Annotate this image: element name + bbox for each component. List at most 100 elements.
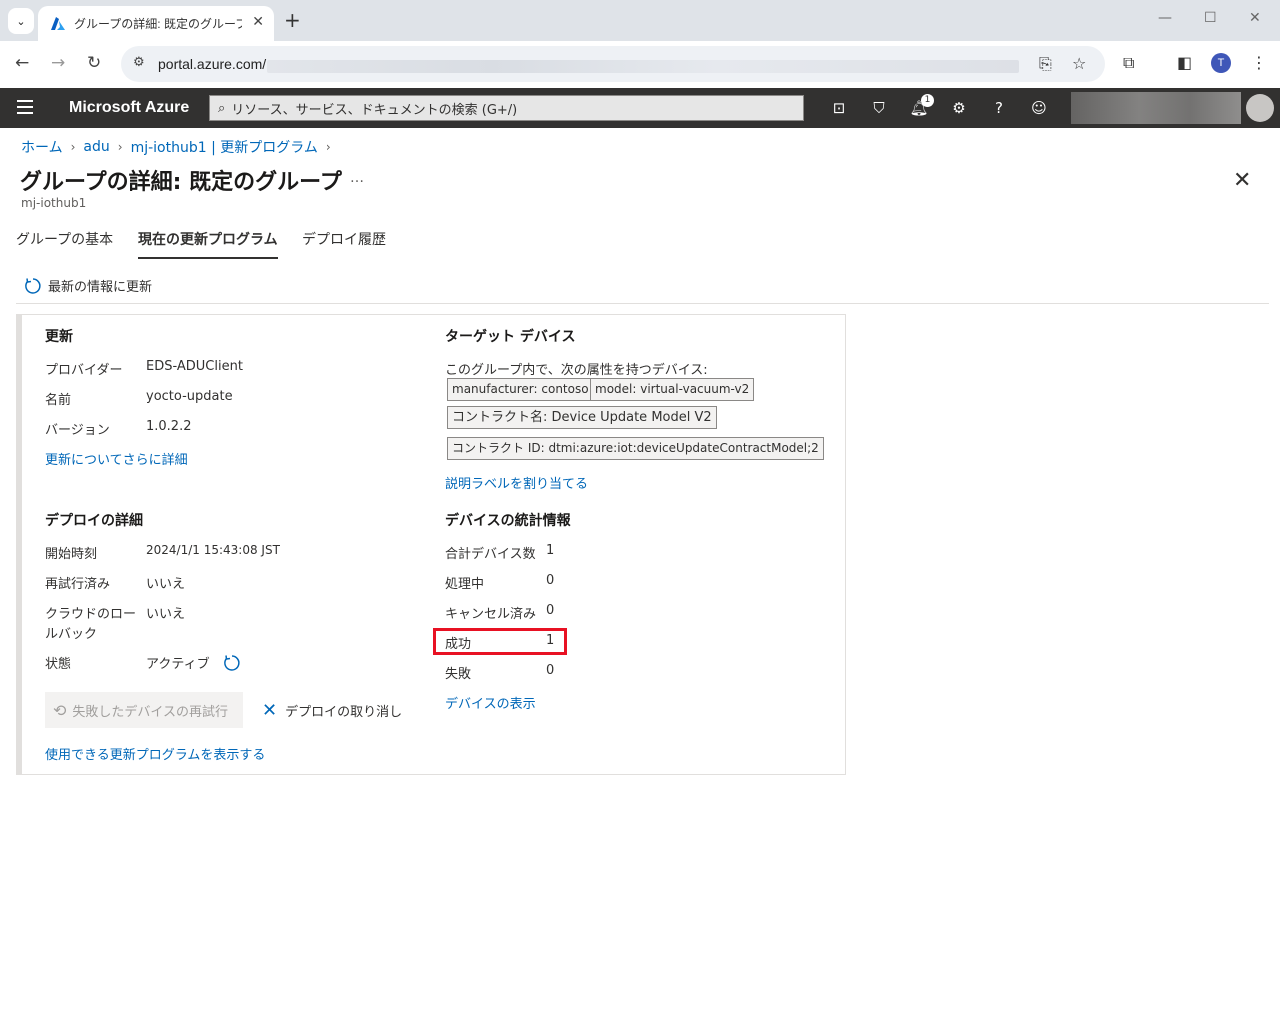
stats-section-title: デバイスの統計情報 bbox=[445, 513, 571, 529]
update-section-title: 更新 bbox=[45, 329, 73, 345]
attribute-chip: model: virtual-vacuum-v2 bbox=[590, 378, 755, 401]
notification-badge: 1 bbox=[921, 94, 934, 107]
browser-tab[interactable]: グループの詳細: 既定のグループ - M ✕ bbox=[38, 6, 274, 41]
refresh-icon bbox=[25, 277, 41, 294]
maximize-icon[interactable]: ☐ bbox=[1204, 10, 1217, 26]
target-section-title: ターゲット デバイス bbox=[445, 329, 576, 345]
more-options-icon[interactable]: … bbox=[350, 170, 364, 186]
bookmark-star-icon[interactable]: ☆ bbox=[1072, 54, 1086, 73]
directory-filter-icon[interactable]: ⛉ bbox=[869, 98, 889, 118]
in-progress-icon bbox=[224, 655, 240, 671]
tab-deploy-history[interactable]: デプロイ履歴 bbox=[302, 229, 386, 249]
side-panel-icon[interactable]: ◧ bbox=[1177, 53, 1192, 72]
retried-label: 再試行済み bbox=[45, 577, 111, 592]
tab-group-basics[interactable]: グループの基本 bbox=[16, 229, 113, 249]
provider-value: EDS-ADUClient bbox=[146, 359, 243, 374]
retry-icon: ⟲ bbox=[53, 700, 67, 720]
available-updates-link[interactable]: 使用できる更新プログラムを表示する bbox=[45, 744, 265, 763]
assign-label-link[interactable]: 説明ラベルを割り当てる bbox=[445, 473, 588, 492]
browser-tabstrip: ⌄ グループの詳細: 既定のグループ - M ✕ + — ☐ ✕ bbox=[0, 0, 1280, 41]
tab-current-updates[interactable]: 現在の更新プログラム bbox=[138, 229, 278, 259]
chevron-down-icon: ⌄ bbox=[16, 14, 26, 28]
install-app-icon[interactable]: ⎘ bbox=[1039, 54, 1052, 74]
retried-value: いいえ bbox=[146, 577, 186, 592]
divider bbox=[16, 303, 1269, 304]
view-devices-link[interactable]: デバイスの表示 bbox=[445, 693, 536, 712]
cancel-deployment-button[interactable]: ✕ デプロイの取り消し bbox=[262, 700, 402, 721]
browser-toolbar: ← → ↻ ⚙ portal.azure.com/ ⎘ ☆ ⧉ ◧ T ⋮ bbox=[0, 41, 1280, 88]
cancel-x-icon: ✕ bbox=[262, 700, 278, 721]
redacted-account[interactable] bbox=[1071, 92, 1241, 124]
feedback-icon[interactable]: ☺ bbox=[1029, 98, 1049, 118]
attribute-chip: コントラクト ID: dtmi:azure:iot:deviceUpdateCo… bbox=[447, 437, 824, 460]
help-icon[interactable]: ? bbox=[989, 98, 1009, 118]
tab-title: グループの詳細: 既定のグループ - M bbox=[74, 17, 242, 31]
state-label: 状態 bbox=[45, 657, 72, 672]
failed-label: 失敗 bbox=[445, 667, 472, 682]
reload-icon[interactable]: ↻ bbox=[87, 53, 101, 73]
breadcrumb-iothub-updates[interactable]: mj-iothub1 | 更新プログラム bbox=[131, 137, 318, 157]
chevron-right-icon: › bbox=[117, 140, 123, 154]
window-close-icon[interactable]: ✕ bbox=[1249, 10, 1261, 26]
new-tab-icon[interactable]: + bbox=[284, 9, 301, 31]
redacted-url bbox=[267, 60, 1019, 73]
breadcrumb-adu[interactable]: adu bbox=[83, 139, 109, 155]
address-bar[interactable]: ⚙ portal.azure.com/ ⎘ ☆ bbox=[121, 46, 1105, 82]
account-avatar[interactable] bbox=[1246, 94, 1274, 122]
refresh-button[interactable]: 最新の情報に更新 bbox=[24, 276, 152, 295]
version-label: バージョン bbox=[45, 423, 110, 438]
global-search-input[interactable]: ⌕ リソース、サービス、ドキュメントの検索 (G+/) bbox=[209, 95, 804, 121]
breadcrumb: ホーム › adu › mj-iothub1 | 更新プログラム › bbox=[21, 137, 339, 157]
failed-value: 0 bbox=[546, 663, 555, 678]
name-label: 名前 bbox=[45, 393, 72, 408]
tab-close-icon[interactable]: ✕ bbox=[252, 14, 264, 30]
deploy-section-title: デプロイの詳細 bbox=[45, 513, 143, 529]
rollback-label-2: ルバック bbox=[45, 627, 98, 642]
cancel-button-label: デプロイの取り消し bbox=[285, 705, 403, 720]
tab-search-button[interactable]: ⌄ bbox=[8, 8, 34, 34]
browser-menu-icon[interactable]: ⋮ bbox=[1251, 53, 1267, 72]
rollback-label: クラウドのロー bbox=[45, 607, 137, 622]
azure-logo-icon bbox=[51, 16, 65, 30]
cloud-shell-icon[interactable]: ⊡ bbox=[829, 98, 849, 118]
profile-avatar[interactable]: T bbox=[1211, 53, 1231, 73]
attribute-chip: コントラクト名: Device Update Model V2 bbox=[447, 406, 717, 429]
attribute-chip: manufacturer: contoso bbox=[447, 378, 594, 401]
page-title: グループの詳細: 既定のグループ bbox=[20, 170, 342, 195]
site-info-icon[interactable]: ⚙ bbox=[133, 55, 145, 70]
azure-brand[interactable]: Microsoft Azure bbox=[69, 99, 189, 117]
back-arrow-icon[interactable]: ← bbox=[15, 53, 29, 73]
version-value: 1.0.2.2 bbox=[146, 419, 192, 434]
minimize-icon[interactable]: — bbox=[1158, 10, 1172, 26]
search-icon: ⌕ bbox=[218, 100, 226, 116]
page-subtitle: mj-iothub1 bbox=[21, 196, 87, 210]
target-description: このグループ内で、次の属性を持つデバイス: bbox=[445, 363, 708, 378]
card-accent bbox=[17, 315, 22, 774]
update-more-link[interactable]: 更新についてさらに詳細 bbox=[45, 449, 188, 468]
state-value: アクティブ bbox=[146, 657, 210, 672]
canceled-value: 0 bbox=[546, 603, 555, 618]
retry-button-label: 失敗したデバイスの再試行 bbox=[72, 704, 229, 720]
search-placeholder: リソース、サービス、ドキュメントの検索 (G+/) bbox=[231, 102, 518, 118]
chevron-right-icon: › bbox=[325, 140, 331, 154]
forward-arrow-icon[interactable]: → bbox=[51, 53, 65, 73]
rollback-value: いいえ bbox=[146, 607, 186, 622]
in-progress-value: 0 bbox=[546, 573, 555, 588]
chevron-right-icon: › bbox=[70, 140, 76, 154]
close-blade-icon[interactable]: ✕ bbox=[1233, 168, 1251, 193]
total-devices-label: 合計デバイス数 bbox=[445, 547, 536, 562]
portal-menu-icon[interactable] bbox=[17, 100, 33, 118]
in-progress-label: 処理中 bbox=[445, 577, 485, 592]
canceled-label: キャンセル済み bbox=[445, 607, 537, 622]
retry-failed-devices-button[interactable]: ⟲ 失敗したデバイスの再試行 bbox=[45, 692, 243, 728]
breadcrumb-home[interactable]: ホーム bbox=[21, 137, 63, 157]
total-devices-value: 1 bbox=[546, 543, 555, 558]
start-time-value: 2024/1/1 15:43:08 JST bbox=[146, 543, 280, 557]
provider-label: プロバイダー bbox=[45, 363, 123, 378]
name-value: yocto-update bbox=[146, 389, 233, 404]
settings-gear-icon[interactable]: ⚙ bbox=[949, 98, 969, 118]
extensions-icon[interactable]: ⧉ bbox=[1123, 53, 1134, 73]
url-text: portal.azure.com/ bbox=[158, 56, 267, 72]
start-time-label: 開始時刻 bbox=[45, 547, 98, 562]
succeeded-highlight-box bbox=[433, 628, 567, 655]
